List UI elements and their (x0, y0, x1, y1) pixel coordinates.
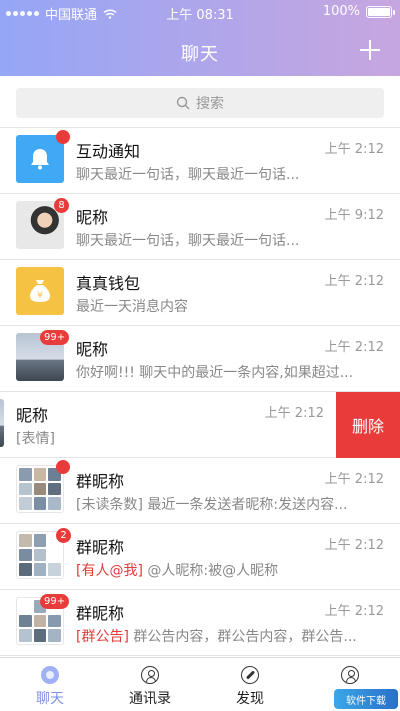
group-chat-item[interactable]: 群昵称 上午 2:12 [未读条数] 最近一条发送者昵称:发送内容... (0, 458, 400, 524)
tab-discover[interactable]: 发现 (200, 666, 300, 708)
chat-name: 昵称 (76, 340, 109, 359)
chat-time: 上午 2:12 (324, 538, 384, 553)
chat-preview: 聊天最近一句话，聊天最近一句话... (76, 233, 300, 249)
group-chat-item[interactable]: 99+ 群昵称 上午 2:12 [群公告] 群公告内容，群公告内容，群公告... (0, 590, 400, 656)
chat-time: 上午 2:12 (324, 604, 384, 619)
unread-badge: 99+ (40, 594, 70, 609)
tab-chat[interactable]: 聊天 (0, 666, 100, 708)
watermark: 软件下载 (334, 689, 398, 709)
chat-item-wallet[interactable]: ¥ 真真钱包 上午 2:12 最近一天消息内容 (0, 260, 400, 326)
avatar (16, 135, 64, 183)
chat-name: 群昵称 (76, 538, 125, 557)
chat-preview: 最近一天消息内容 (76, 299, 188, 315)
chat-name: 昵称 (76, 208, 109, 227)
chat-list: 互动通知 上午 2:12 聊天最近一句话，聊天最近一句话... 8 昵称 上午 … (0, 127, 400, 657)
delete-button[interactable]: 删除 (336, 392, 400, 458)
chat-time: 上午 9:12 (324, 208, 384, 223)
chat-name: 真真钱包 (76, 274, 141, 293)
chat-time: 上午 2:12 (324, 340, 384, 355)
chat-preview: [群公告] 群公告内容，群公告内容，群公告... (76, 626, 386, 646)
chat-preview: 你好啊!!! 聊天中的最近一条内容,如果超过... (76, 365, 354, 381)
search-bar: 搜索 (0, 76, 400, 127)
tab-label: 发现 (236, 691, 264, 707)
battery-icon (366, 5, 395, 18)
unread-badge: 99+ (40, 330, 70, 345)
tab-bar: 聊天 通讯录 发现 我 软件下载 (0, 657, 400, 711)
profile-icon (341, 666, 359, 684)
tab-contacts[interactable]: 通讯录 (100, 666, 200, 708)
mention-tag: [有人@我] (76, 563, 143, 579)
unread-dot (56, 460, 70, 474)
add-icon[interactable] (356, 36, 384, 64)
svg-text:¥: ¥ (37, 291, 43, 301)
navbar: 聊天 (0, 26, 400, 76)
chat-preview-text: 群公告内容，群公告内容，群公告... (133, 629, 357, 645)
chat-item[interactable]: 8 昵称 上午 9:12 聊天最近一句话，聊天最近一句话... (0, 194, 400, 260)
chat-item-notifications[interactable]: 互动通知 上午 2:12 聊天最近一句话，聊天最近一句话... (0, 128, 400, 194)
avatar: ¥ (16, 267, 64, 315)
contacts-icon (141, 666, 159, 684)
chat-item-swiped[interactable]: 昵称 上午 2:12 [表情] 删除 (0, 392, 400, 458)
chat-time: 上午 2:12 (324, 472, 384, 487)
compass-icon (241, 666, 259, 684)
avatar (0, 399, 4, 447)
chat-preview: 聊天最近一句话，聊天最近一句话... (76, 167, 300, 183)
chat-preview: [表情] (16, 431, 55, 447)
announcement-tag: [群公告] (76, 629, 129, 645)
chat-item[interactable]: 99+ 昵称 上午 2:12 你好啊!!! 聊天中的最近一条内容,如果超过... (0, 326, 400, 392)
header: 中国联通 上午 08:31 100% 聊天 (0, 0, 400, 76)
unread-dot (56, 130, 70, 144)
tab-label: 通讯录 (129, 691, 171, 707)
status-bar: 中国联通 上午 08:31 100% (0, 0, 400, 26)
chat-name: 群昵称 (76, 604, 125, 623)
search-placeholder: 搜索 (196, 96, 224, 112)
search-input[interactable]: 搜索 (16, 88, 384, 118)
money-bag-icon: ¥ (30, 280, 50, 302)
chat-preview: [未读条数] 最近一条发送者昵称:发送内容... (76, 497, 348, 513)
chat-name: 互动通知 (76, 142, 141, 161)
chat-time: 上午 2:12 (324, 274, 384, 289)
chat-bubble-icon (41, 666, 59, 684)
battery-percent: 100% (322, 4, 360, 19)
unread-badge: 2 (56, 528, 71, 543)
chat-time: 上午 2:12 (324, 142, 384, 157)
search-icon (176, 96, 190, 110)
chat-name: 昵称 (16, 406, 49, 425)
group-avatar (16, 465, 64, 513)
unread-badge: 8 (54, 198, 69, 213)
tab-label: 聊天 (36, 691, 64, 707)
chat-preview: [有人@我] @人昵称:被@人昵称 (76, 560, 386, 580)
chat-time: 上午 2:12 (264, 406, 324, 421)
group-chat-item[interactable]: 2 群昵称 上午 2:12 [有人@我] @人昵称:被@人昵称 (0, 524, 400, 590)
bell-icon (31, 149, 49, 170)
page-title: 聊天 (181, 44, 219, 65)
chat-preview-text: @人昵称:被@人昵称 (147, 563, 279, 579)
chat-name: 群昵称 (76, 472, 125, 491)
